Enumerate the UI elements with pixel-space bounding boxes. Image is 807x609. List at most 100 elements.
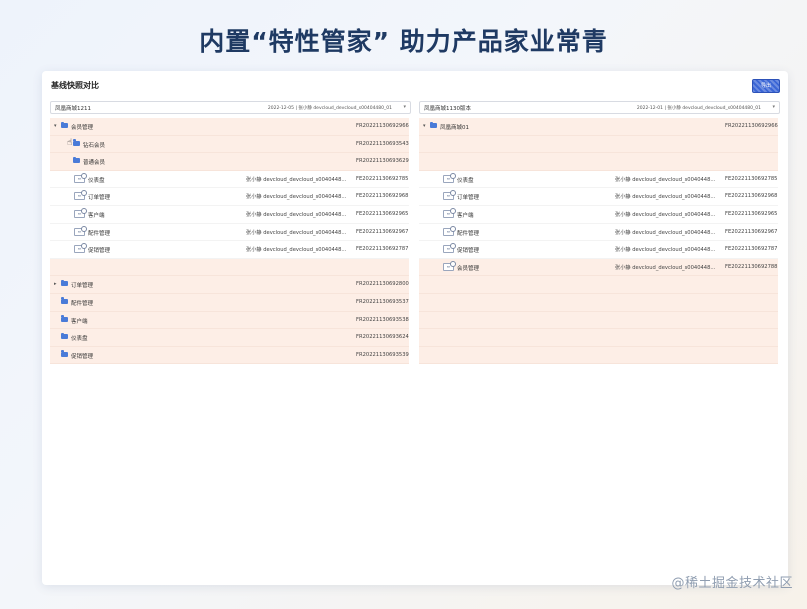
tree-row[interactable]: FE 订单管理 张小静 devcloud_devcloud_s0040448... F… bbox=[50, 188, 409, 206]
feature-badge-icon bbox=[450, 190, 456, 197]
tree-row[interactable]: FE 客户端 张小静 devcloud_devcloud_s0040448... FE… bbox=[50, 206, 409, 224]
tree-row bbox=[419, 346, 778, 365]
tree-row-name: 配件管理 bbox=[71, 300, 94, 307]
tree-row-name: 促销管理 bbox=[71, 353, 94, 360]
tree-row[interactable]: 促销管理 FR20221130693539 bbox=[50, 346, 409, 365]
feature-badge-icon bbox=[450, 243, 456, 250]
feature-badge-icon bbox=[450, 172, 456, 179]
tree-row-name: 配件管理 bbox=[88, 230, 111, 237]
tree-row-name: 仪表盘 bbox=[88, 177, 105, 184]
chevron-right-icon[interactable]: ▸ bbox=[54, 281, 57, 287]
folder-icon bbox=[61, 315, 68, 322]
right-baseline-name: 凤凰商城1130版本 bbox=[424, 106, 471, 112]
tree-row-code: FE20221130692968 bbox=[356, 193, 409, 200]
tree-row-code: FR20221130693538 bbox=[356, 316, 409, 323]
tree-row-author: 张小静 devcloud_devcloud_s0040448... bbox=[246, 176, 347, 183]
tree-row-code: FR20221130692966 bbox=[725, 123, 778, 129]
folder-icon bbox=[61, 121, 68, 128]
tree-row[interactable]: FE 促销管理 张小静 devcloud_devcloud_s0040448... F… bbox=[50, 241, 409, 259]
right-baseline-select[interactable]: 凤凰商城1130版本 2022-12-01 | 张小静 devcloud_dev… bbox=[419, 101, 780, 114]
tree-row-author: 张小静 devcloud_devcloud_s0040448... bbox=[615, 247, 716, 254]
tree-row-author: 张小静 devcloud_devcloud_s0040448... bbox=[246, 194, 347, 201]
tree-row[interactable]: 客户端 FR20221130693538 bbox=[50, 311, 409, 330]
feature-badge-icon bbox=[450, 207, 456, 214]
feature-badge-icon bbox=[81, 172, 87, 179]
tree-row[interactable]: FE 仪表盘 张小静 devcloud_devcloud_s0040448... FE… bbox=[419, 171, 778, 189]
tree-row-code: FE20221130692965 bbox=[725, 210, 778, 217]
tree-row-name: 凤凰商城01 bbox=[440, 125, 469, 131]
tree-row-code: FR20221130693629 bbox=[356, 158, 409, 165]
chevron-down-icon: ▾ bbox=[403, 104, 406, 110]
tree-row[interactable]: ▾ 凤凰商城01 FR20221130692966 bbox=[419, 118, 778, 136]
feature-badge-icon bbox=[81, 190, 87, 197]
tree-row-author: 张小静 devcloud_devcloud_s0040448... bbox=[615, 229, 716, 236]
tree-row-code: FE20221130692965 bbox=[356, 210, 409, 217]
tree-row-author: 张小静 devcloud_devcloud_s0040448... bbox=[246, 211, 347, 218]
tree-row-code: FR20221130693537 bbox=[356, 298, 409, 305]
tree-row bbox=[419, 329, 778, 347]
tree-row-code: FR20221130693624 bbox=[356, 334, 409, 341]
tree-row-code: FE20221130692968 bbox=[725, 193, 778, 200]
tree-row[interactable]: FE 订单管理 张小静 devcloud_devcloud_s0040448... F… bbox=[419, 188, 778, 206]
tree-row-code: FR20221130692966 bbox=[356, 123, 409, 129]
tree-row[interactable]: FE 配件管理 张小静 devcloud_devcloud_s0040448... F… bbox=[419, 224, 778, 242]
export-button[interactable]: 导出 bbox=[752, 79, 780, 93]
chevron-down-icon[interactable]: ▾ bbox=[423, 123, 426, 129]
tree-row-code: FE20221130692787 bbox=[725, 246, 778, 253]
tree-row-name: 普通会员 bbox=[83, 160, 106, 167]
tree-row-code: FE20221130692788 bbox=[725, 263, 778, 270]
tree-row-name: 会员管理 bbox=[457, 265, 480, 272]
tree-row-code: FR20221130693543 bbox=[356, 140, 409, 147]
tree-row-name: 客户端 bbox=[88, 212, 105, 219]
tree-row-code: FE20221130692967 bbox=[725, 228, 778, 235]
pointer-cursor-icon: ☝ bbox=[67, 137, 73, 148]
left-baseline-info: 2022-12-05 | 张小静 devcloud_devcloud_s0040… bbox=[267, 105, 392, 111]
tree-row-author: 张小静 devcloud_devcloud_s0040448... bbox=[615, 264, 716, 271]
feature-badge-icon bbox=[81, 207, 87, 214]
tree-row bbox=[419, 135, 778, 154]
watermark: @稀土掘金技术社区 bbox=[671, 576, 793, 591]
tree-row-name: 促销管理 bbox=[457, 248, 480, 255]
left-tree-panel: ▾ 会员管理 FR20221130692966 钻石会员 FR2022113069354… bbox=[50, 118, 409, 365]
tree-row-code: FE20221130692785 bbox=[725, 175, 778, 182]
folder-icon bbox=[61, 332, 68, 340]
tree-row bbox=[50, 258, 409, 277]
tree-row bbox=[419, 153, 778, 171]
right-baseline-info: 2022-12-01 | 张小静 devcloud_devcloud_s0040… bbox=[636, 105, 761, 111]
feature-badge-icon bbox=[450, 225, 456, 232]
tree-row[interactable]: FE 会员管理 张小静 devcloud_devcloud_s0040448... F… bbox=[419, 258, 778, 277]
tree-row[interactable]: FE 促销管理 张小静 devcloud_devcloud_s0040448... F… bbox=[419, 241, 778, 259]
tree-row[interactable]: ▸ 订单管理 FR20221130692800 bbox=[50, 276, 409, 294]
tree-row-name: 订单管理 bbox=[88, 195, 111, 202]
tree-row bbox=[419, 293, 778, 312]
tree-row[interactable]: FE 客户端 张小静 devcloud_devcloud_s0040448... FE… bbox=[419, 206, 778, 224]
tree-row[interactable]: 配件管理 FR20221130693537 bbox=[50, 293, 409, 312]
feature-badge-icon bbox=[450, 260, 456, 267]
tree-row[interactable]: 仪表盘 FR20221130693624 bbox=[50, 329, 409, 347]
chevron-down-icon: ▾ bbox=[772, 104, 775, 110]
tree-row-name: 仪表盘 bbox=[71, 336, 88, 343]
tree-row[interactable]: 钻石会员 FR20221130693543 ☝ bbox=[50, 135, 409, 154]
feature-badge-icon bbox=[81, 225, 87, 232]
tree-row-code: FE20221130692967 bbox=[356, 228, 409, 235]
folder-icon bbox=[430, 121, 437, 128]
slide-title: 内置“特性管家” 助力产品家业常青 bbox=[199, 27, 608, 56]
tree-row-code: FR20221130693539 bbox=[356, 351, 409, 358]
tree-row-name: 仪表盘 bbox=[457, 177, 474, 184]
tree-row-author: 张小静 devcloud_devcloud_s0040448... bbox=[615, 194, 716, 201]
tree-row[interactable]: ▾ 会员管理 FR20221130692966 bbox=[50, 118, 409, 136]
tree-row[interactable]: FE 配件管理 张小静 devcloud_devcloud_s0040448... F… bbox=[50, 224, 409, 242]
tree-row-name: 促销管理 bbox=[88, 248, 111, 255]
folder-icon bbox=[73, 156, 80, 164]
folder-icon bbox=[61, 297, 68, 304]
tree-row[interactable]: 普通会员 FR20221130693629 bbox=[50, 153, 409, 171]
tree-row-name: 客户端 bbox=[457, 212, 474, 219]
tree-row-code: FE20221130692787 bbox=[356, 246, 409, 253]
tree-row-name: 配件管理 bbox=[457, 230, 480, 237]
left-baseline-select[interactable]: 凤凰商城1211 2022-12-05 | 张小静 devcloud_devcl… bbox=[50, 101, 411, 114]
baseline-compare-card: 基线快照对比 导出 凤凰商城1211 2022-12-05 | 张小静 devc… bbox=[42, 71, 788, 585]
tree-row[interactable]: FE 仪表盘 张小静 devcloud_devcloud_s0040448... FE… bbox=[50, 171, 409, 189]
tree-row-name: 订单管理 bbox=[71, 283, 94, 290]
chevron-down-icon[interactable]: ▾ bbox=[54, 123, 57, 129]
folder-icon bbox=[61, 350, 68, 357]
